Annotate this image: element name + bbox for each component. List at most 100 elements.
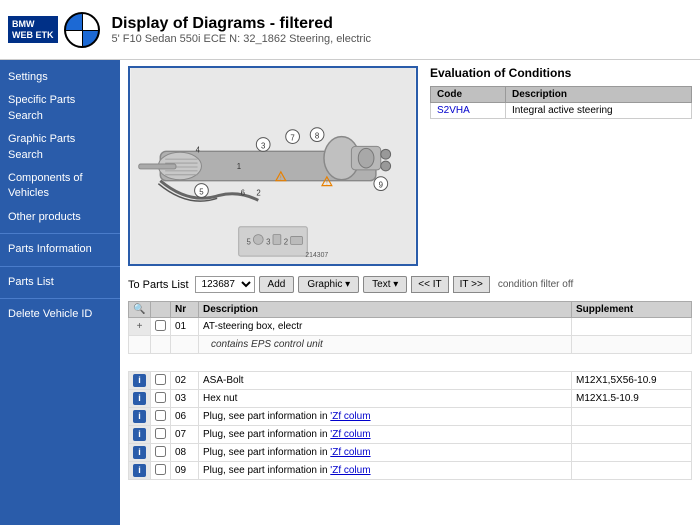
sidebar-item-specific-parts-search[interactable]: Specific Parts Search	[0, 89, 120, 128]
row-checkbox[interactable]	[155, 464, 166, 475]
row-description: Plug, see part information in 'Zf colum	[199, 462, 572, 480]
info-icon[interactable]: i	[133, 410, 146, 423]
row-checkbox[interactable]	[155, 392, 166, 403]
table-row: i 03 Hex nut M12X1.5-10.9	[129, 390, 692, 408]
row-checkbox-cell	[151, 426, 171, 444]
info-icon[interactable]: i	[133, 428, 146, 441]
zf-link[interactable]: 'Zf colum	[330, 465, 370, 476]
row-supplement	[572, 426, 692, 444]
row-supplement	[572, 462, 692, 480]
sidebar-item-settings[interactable]: Settings	[0, 66, 120, 89]
row-nr: 02	[171, 372, 199, 390]
evaluation-table: Code Description S2VHA Integral active s…	[430, 86, 692, 119]
zf-link[interactable]: 'Zf colum	[330, 447, 370, 458]
sub-row-description: contains EPS control unit	[199, 336, 572, 354]
sidebar-item-components-of-vehicles[interactable]: Components of Vehicles	[0, 167, 120, 206]
svg-text:4: 4	[196, 145, 201, 154]
eval-col-description: Description	[505, 87, 691, 103]
table-row: i 06 Plug, see part information in 'Zf c…	[129, 408, 692, 426]
row-icon-cell: i	[129, 462, 151, 480]
eval-row: S2VHA Integral active steering	[431, 103, 692, 119]
row-supplement: M12X1.5-10.9	[572, 390, 692, 408]
row-supplement: M12X1,5X56-10.9	[572, 372, 692, 390]
row-icon-cell: i	[129, 390, 151, 408]
spacer-row	[129, 354, 692, 372]
top-bar: BMWWEB ETK Display of Diagrams - filtere…	[0, 0, 700, 60]
evaluation-panel: Evaluation of Conditions Code Descriptio…	[430, 66, 692, 266]
info-icon[interactable]: i	[133, 464, 146, 477]
sidebar-item-other-products[interactable]: Other products	[0, 206, 120, 229]
sidebar-item-parts-list[interactable]: Parts List	[0, 271, 120, 294]
diagram-image-box: 3 7 8 9 ! ! 1	[128, 66, 418, 266]
parts-list-select[interactable]: 123687	[195, 276, 255, 293]
parts-table: 🔍 Nr Description Supplement +	[128, 301, 692, 480]
svg-text:3: 3	[261, 141, 266, 150]
row-checkbox[interactable]	[155, 374, 166, 385]
col-nr: Nr	[171, 302, 199, 318]
page-title: Display of Diagrams - filtered	[112, 15, 693, 33]
col-supplement: Supplement	[572, 302, 692, 318]
row-description: Hex nut	[199, 390, 572, 408]
row-nr: 06	[171, 408, 199, 426]
row-icon-cell: i	[129, 408, 151, 426]
row-description: Plug, see part information in 'Zf colum	[199, 444, 572, 462]
svg-text:2: 2	[256, 188, 260, 197]
svg-text:3: 3	[266, 237, 271, 246]
info-icon[interactable]: i	[133, 374, 146, 387]
title-area: Display of Diagrams - filtered 5' F10 Se…	[112, 15, 693, 45]
row-description: Plug, see part information in 'Zf colum	[199, 426, 572, 444]
row-checkbox[interactable]	[155, 410, 166, 421]
sub-row-empty-3	[171, 336, 199, 354]
svg-text:8: 8	[315, 132, 320, 141]
row-checkbox-cell	[151, 408, 171, 426]
zf-link[interactable]: 'Zf colum	[330, 411, 370, 422]
row-checkbox[interactable]	[155, 428, 166, 439]
row-nr: 09	[171, 462, 199, 480]
row-checkbox-cell	[151, 462, 171, 480]
svg-text:1: 1	[237, 162, 241, 171]
sidebar-divider-1	[0, 233, 120, 234]
nav-next-button[interactable]: IT >>	[453, 276, 490, 293]
add-button[interactable]: Add	[259, 276, 295, 293]
row-checkbox[interactable]	[155, 446, 166, 457]
row-supplement	[572, 444, 692, 462]
sub-row-empty-1	[129, 336, 151, 354]
table-row: i 07 Plug, see part information in 'Zf c…	[129, 426, 692, 444]
svg-text:5: 5	[199, 187, 204, 196]
text-button[interactable]: Text ▾	[363, 276, 407, 293]
eval-code[interactable]: S2VHA	[431, 103, 506, 119]
svg-text:214307: 214307	[305, 252, 328, 259]
info-icon[interactable]: i	[133, 392, 146, 405]
graphic-button[interactable]: Graphic ▾	[298, 276, 359, 293]
info-icon[interactable]: i	[133, 446, 146, 459]
diagram-section: 3 7 8 9 ! ! 1	[128, 66, 692, 266]
col-search: 🔍	[129, 302, 151, 318]
row-checkbox-cell	[151, 390, 171, 408]
svg-text:5: 5	[247, 237, 252, 246]
eval-description: Integral active steering	[505, 103, 691, 119]
col-description: Description	[199, 302, 572, 318]
row-checkbox[interactable]	[155, 320, 166, 331]
row-icon-cell: i	[129, 372, 151, 390]
row-description: AT-steering box, electr	[199, 318, 572, 336]
row-checkbox-cell	[151, 372, 171, 390]
plus-icon[interactable]: +	[137, 321, 143, 332]
row-supplement	[572, 408, 692, 426]
row-description: ASA-Bolt	[199, 372, 572, 390]
sidebar-item-delete-vehicle-id[interactable]: Delete Vehicle ID	[0, 303, 120, 326]
row-checkbox-cell	[151, 318, 171, 336]
nav-prev-button[interactable]: << IT	[411, 276, 448, 293]
row-icon-cell: i	[129, 444, 151, 462]
row-nr: 07	[171, 426, 199, 444]
sub-row-supplement	[572, 336, 692, 354]
eval-col-code: Code	[431, 87, 506, 103]
svg-text:2: 2	[284, 237, 288, 246]
page-subtitle: 5' F10 Sedan 550i ECE N: 32_1862 Steerin…	[112, 33, 693, 45]
row-checkbox-cell	[151, 444, 171, 462]
zf-link[interactable]: 'Zf colum	[330, 429, 370, 440]
row-description: Plug, see part information in 'Zf colum	[199, 408, 572, 426]
table-row: i 09 Plug, see part information in 'Zf c…	[129, 462, 692, 480]
sidebar-item-graphic-parts-search[interactable]: Graphic Parts Search	[0, 128, 120, 167]
row-nr: 01	[171, 318, 199, 336]
sidebar-item-parts-information[interactable]: Parts Information	[0, 238, 120, 261]
